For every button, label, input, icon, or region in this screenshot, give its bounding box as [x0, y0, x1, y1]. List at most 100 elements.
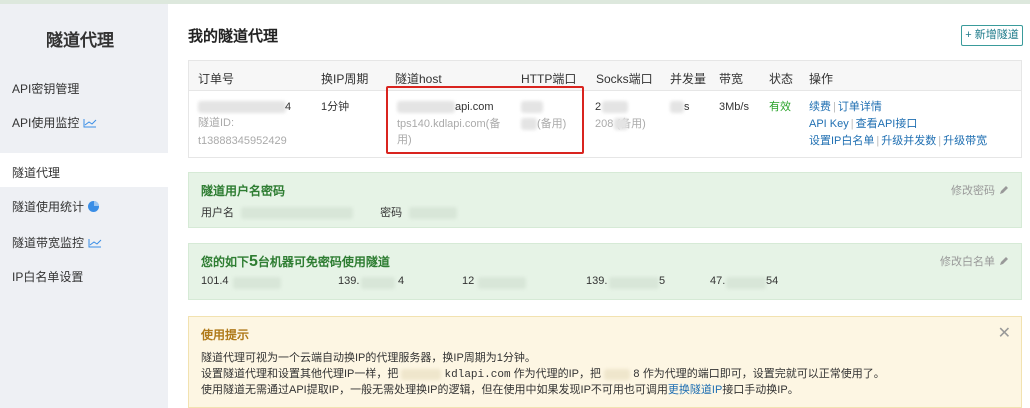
auth-panel-title: 隧道用户名密码 — [201, 184, 286, 198]
redacted-password — [409, 207, 458, 220]
add-tunnel-button[interactable]: + 新增隧道 — [961, 25, 1023, 46]
tips-title: 使用提示 — [201, 328, 250, 342]
whitelist-title-suffix: 台机器可免密码使用隧道 — [257, 255, 390, 269]
upgrade-concurrency-link[interactable]: 升级并发数 — [881, 135, 936, 147]
redacted-username — [241, 207, 354, 220]
sidebar-item-label: API使用监控 — [12, 116, 80, 130]
sidebar-item-api-key-management[interactable]: API密钥管理 — [12, 80, 79, 97]
usage-tips-panel: 使用提示 ✕ 隧道代理可视为一个云端自动换IP的代理服务器，换IP周期为1分钟。… — [188, 316, 1022, 408]
tips-line-3: 使用隧道无需通过API提取IP，一般无需处理换IP的逻辑，但在使用中如果发现IP… — [201, 381, 799, 397]
tips-line-3-b: 接口手动换IP。 — [722, 384, 799, 396]
sidebar-item-bandwidth-monitor[interactable]: 隧道带宽监控 — [12, 234, 102, 251]
page-title: 我的隧道代理 — [188, 28, 279, 45]
redacted-concurrency — [670, 101, 684, 113]
whitelist-ip-tail: 4 — [398, 275, 405, 287]
tips-line-2-b: 作为代理的IP，把 — [513, 368, 602, 380]
tips-line-2-c: 作为代理的端口即可，设置完就可以正常使用了。 — [642, 368, 885, 380]
close-icon[interactable]: ✕ — [998, 323, 1011, 343]
sidebar-title: 隧道代理 — [46, 31, 114, 50]
sidebar-item-label: 隧道代理 — [12, 166, 61, 180]
concurrency-value: s — [684, 101, 690, 113]
actions-line-2: API Key | 查看API接口 — [809, 118, 918, 130]
edit-whitelist-label: 修改白名单 — [940, 256, 995, 268]
password-label: 密码 — [380, 207, 403, 219]
tunnel-table: 订单号 换IP周期 隧道host HTTP端口 Socks端口 并发量 带宽 状… — [188, 60, 1022, 158]
bandwidth-value: 3Mb/s — [719, 101, 749, 113]
highlight-box — [386, 86, 584, 154]
tips-line-1: 隧道代理可视为一个云端自动换IP的代理服务器，换IP周期为1分钟。 — [201, 352, 536, 364]
order-id-suffix: 4 — [285, 101, 292, 113]
whitelist-count: 5 — [249, 253, 258, 270]
api-key-link[interactable]: API Key — [809, 118, 849, 130]
whitelist-panel: 您的如下5台机器可免密码使用隧道 修改白名单 101.4 139. 4 12 1… — [188, 243, 1022, 300]
sidebar-item-label: 隧道使用统计 — [12, 200, 85, 214]
whitelist-ip: 47. — [710, 275, 726, 287]
redacted-ip — [361, 277, 395, 289]
socks-port-value: 2 — [595, 101, 602, 113]
tips-line-3-a: 使用隧道无需通过API提取IP，一般无需处理换IP的逻辑，但在使用中如果发现IP… — [201, 384, 668, 396]
sidebar-item-label: API密钥管理 — [12, 82, 80, 96]
column-order-id: 订单号 — [198, 72, 235, 86]
edit-whitelist-button[interactable]: 修改白名单 — [940, 253, 1009, 269]
line-chart-icon — [88, 238, 102, 247]
auth-row: 用户名 密码 — [201, 204, 458, 220]
whitelist-ip: 139. — [338, 275, 360, 287]
view-api-link[interactable]: 查看API接口 — [856, 118, 918, 130]
auth-panel: 隧道用户名密码 修改密码 用户名 密码 — [188, 172, 1022, 228]
redacted-order-id — [198, 101, 286, 113]
change-password-button[interactable]: 修改密码 — [951, 182, 1009, 198]
column-status: 状态 — [769, 72, 794, 86]
whitelist-ip-tail: 54 — [766, 275, 779, 287]
whitelist-ip-tail: 5 — [659, 275, 666, 287]
set-whitelist-link[interactable]: 设置IP白名单 — [809, 135, 874, 147]
ip-cycle-value: 1分钟 — [321, 101, 350, 113]
redacted-ip — [233, 277, 281, 289]
tips-host: kdlapi.com — [444, 369, 511, 381]
whitelist-ip: 101.4 — [201, 275, 229, 287]
actions-line-1: 续费 | 订单详情 — [809, 101, 882, 113]
redacted-ip — [478, 277, 526, 289]
sidebar-item-label: IP白名单设置 — [12, 270, 84, 284]
pencil-icon — [1000, 257, 1008, 265]
column-bandwidth: 带宽 — [719, 72, 744, 86]
sidebar-item-tunnel-usage-stats[interactable]: 隧道使用统计 — [12, 198, 100, 215]
sidebar-item-api-usage-monitor[interactable]: API使用监控 — [12, 114, 97, 131]
line-chart-icon — [83, 118, 97, 127]
renew-link[interactable]: 续费 — [809, 101, 831, 113]
redacted-ip — [609, 277, 659, 289]
change-password-label: 修改密码 — [951, 185, 995, 197]
tips-line-2: 设置隧道代理和设置其他代理IP一样，把 kdlapi.com 作为代理的IP，把… — [201, 365, 885, 381]
column-actions: 操作 — [809, 72, 834, 86]
change-tunnel-ip-link[interactable]: 更换隧道IP — [668, 384, 722, 396]
sidebar: 隧道代理 API密钥管理 API使用监控 隧道代理 隧道使用统计 隧道带宽监控 … — [0, 4, 168, 408]
tunnel-id-label: 隧道ID: — [198, 117, 235, 129]
status-badge: 有效 — [769, 101, 791, 113]
redacted-host — [401, 368, 442, 380]
whitelist-title-prefix: 您的如下 — [201, 255, 250, 269]
tips-port: 8 — [633, 369, 640, 381]
pencil-icon — [1000, 186, 1008, 194]
whitelist-ip: 139. — [586, 275, 608, 287]
actions-line-3: 设置IP白名单 | 升级并发数 | 升级带宽 — [809, 135, 988, 147]
table-header: 订单号 换IP周期 隧道host HTTP端口 Socks端口 并发量 带宽 状… — [189, 61, 1021, 91]
redacted-socks-port — [602, 101, 628, 113]
column-ip-cycle: 换IP周期 — [321, 72, 369, 86]
column-tunnel-host: 隧道host — [395, 72, 442, 86]
redacted-ip — [726, 277, 766, 289]
sidebar-item-ip-whitelist[interactable]: IP白名单设置 — [12, 268, 83, 285]
whitelist-ip-row: 101.4 139. 4 12 139. 5 47. 54 — [201, 275, 1011, 291]
sidebar-item-tunnel-proxy[interactable]: 隧道代理 — [12, 164, 60, 181]
redacted-port — [604, 368, 631, 380]
column-http-port: HTTP端口 — [521, 72, 577, 86]
upgrade-bandwidth-link[interactable]: 升级带宽 — [943, 135, 987, 147]
pie-chart-icon — [88, 201, 100, 212]
whitelist-ip: 12 — [462, 275, 475, 287]
column-concurrency: 并发量 — [670, 72, 707, 86]
sidebar-item-label: 隧道带宽监控 — [12, 236, 85, 250]
tips-line-2-a: 设置隧道代理和设置其他代理IP一样，把 — [201, 368, 399, 380]
redacted-socks-port-backup — [614, 118, 628, 130]
username-label: 用户名 — [201, 207, 234, 219]
column-socks-port: Socks端口 — [596, 72, 653, 86]
order-sub-id: t13888345952429 — [198, 135, 287, 147]
order-detail-link[interactable]: 订单详情 — [838, 101, 882, 113]
